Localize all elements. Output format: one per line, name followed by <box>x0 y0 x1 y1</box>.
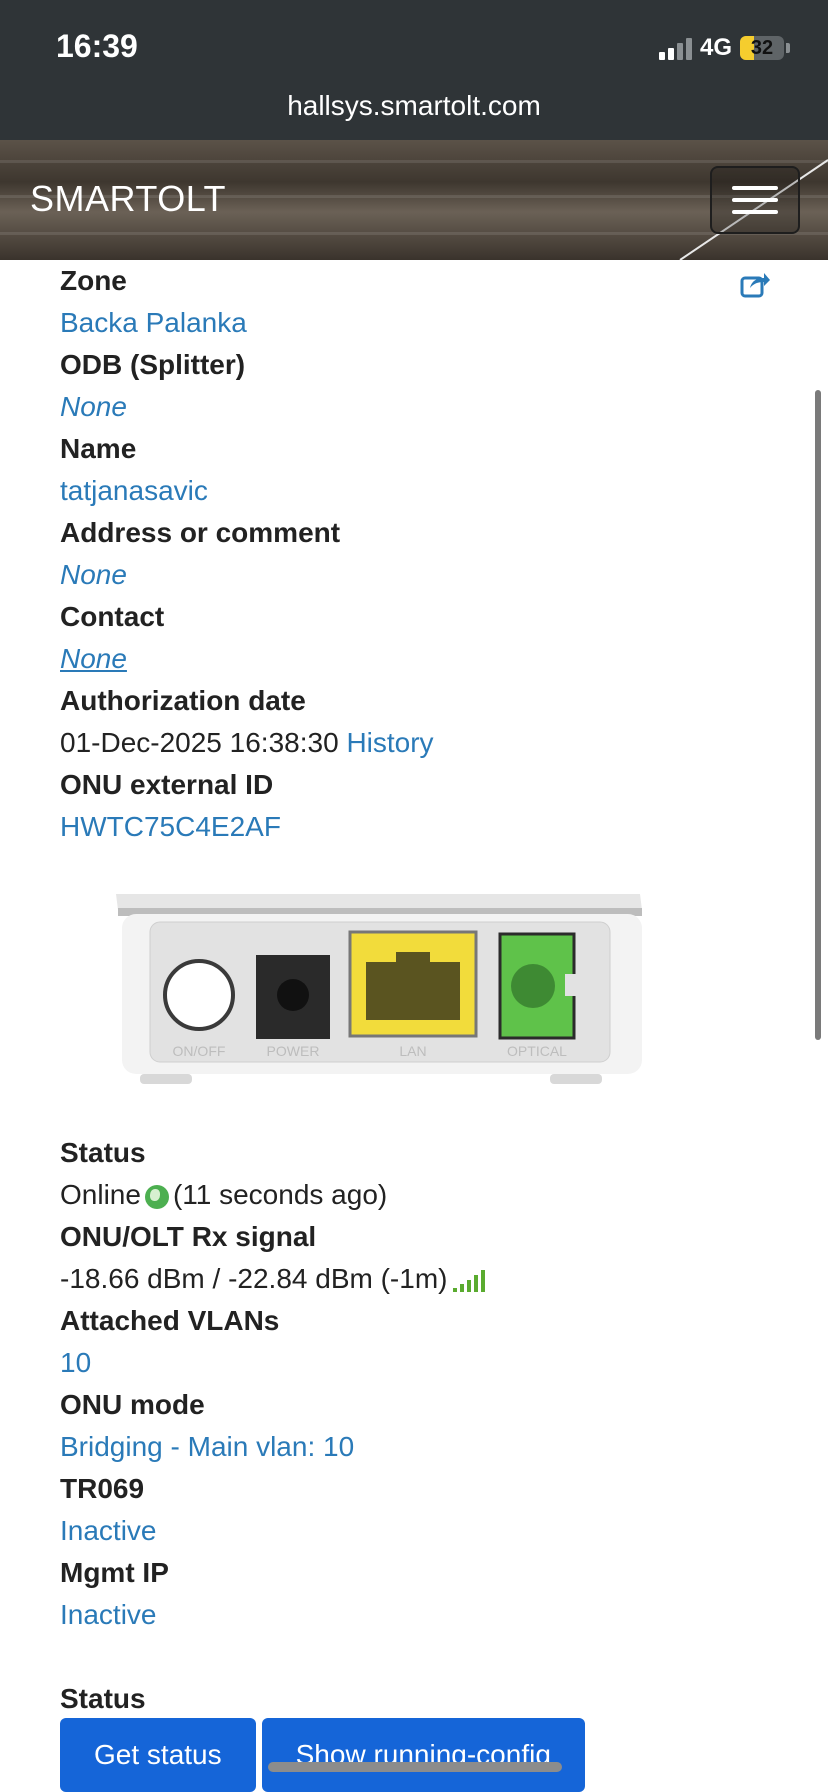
tr069-label: TR069 <box>60 1473 145 1504</box>
actions-status-label: Status <box>60 1683 146 1714</box>
name-label: Name <box>60 433 137 464</box>
network-type: 4G <box>699 34 732 61</box>
rx-signal-value: -18.66 dBm / -22.84 dBm (-1m) <box>60 1263 448 1294</box>
get-status-button[interactable]: Get status <box>60 1718 256 1792</box>
port-label-power: POWER <box>267 1043 320 1059</box>
onu-mode-label: ONU mode <box>60 1389 205 1420</box>
contact-value-link[interactable]: None <box>60 638 780 680</box>
onu-device-image: ON/OFF POWER LAN OPTICAL <box>116 894 642 1084</box>
page-scrollbar[interactable] <box>815 390 821 1040</box>
external-id-label: ONU external ID <box>60 769 274 800</box>
authorization-date-label: Authorization date <box>60 685 306 716</box>
rx-signal-row: -18.66 dBm / -22.84 dBm (-1m) <box>60 1258 780 1300</box>
home-indicator[interactable] <box>268 1762 562 1772</box>
signal-strength-icon <box>453 1269 486 1292</box>
history-link[interactable]: History <box>346 727 433 758</box>
address-value-link[interactable]: None <box>60 554 780 596</box>
show-running-config-button[interactable]: Show running-config <box>261 1718 585 1792</box>
mgmt-ip-value-link[interactable]: Inactive <box>60 1594 780 1636</box>
status-online-text: Online <box>60 1179 141 1210</box>
status-label: Status <box>60 1137 146 1168</box>
vlans-value-link[interactable]: 10 <box>60 1342 780 1384</box>
battery-icon: 32 <box>740 36 784 60</box>
zone-value-link[interactable]: Backa Palanka <box>60 302 780 344</box>
port-label-onoff: ON/OFF <box>173 1043 226 1059</box>
zone-label: Zone <box>60 265 127 296</box>
brand-logo[interactable]: SMARTOLT <box>30 178 226 220</box>
address-bar-url[interactable]: hallsys.smartolt.com <box>0 90 828 122</box>
onu-details: Zone Backa Palanka ODB (Splitter) None N… <box>60 260 780 848</box>
onu-status-info: Status Online (11 seconds ago) ONU/OLT Rx… <box>60 1132 780 1636</box>
top-navbar: SMARTOLT <box>0 140 828 260</box>
odb-label: ODB (Splitter) <box>60 349 246 380</box>
globe-icon <box>144 1184 169 1209</box>
status-indicators: 4G 32 <box>658 34 790 62</box>
share-icon[interactable] <box>740 270 770 298</box>
rx-signal-label: ONU/OLT Rx signal <box>60 1221 317 1252</box>
status-bar: 16:39 4G 32 hallsys.smartolt.com <box>0 0 828 140</box>
authorization-date-row: 01-Dec-2025 16:38:30 History <box>60 722 780 764</box>
tr069-value-link[interactable]: Inactive <box>60 1510 780 1552</box>
status-time: 16:39 <box>56 28 138 64</box>
mgmt-ip-label: Mgmt IP <box>60 1557 169 1588</box>
port-label-lan: LAN <box>399 1043 426 1059</box>
odb-value-link[interactable]: None <box>60 386 780 428</box>
name-value-link[interactable]: tatjanasavic <box>60 470 780 512</box>
battery-percent: 32 <box>750 37 774 59</box>
port-label-optical: OPTICAL <box>507 1043 567 1059</box>
address-label: Address or comment <box>60 517 341 548</box>
contact-label: Contact <box>60 601 165 632</box>
authorization-date-value: 01-Dec-2025 16:38:30 <box>60 727 339 758</box>
hamburger-menu-icon <box>732 186 778 190</box>
cellular-signal-icon <box>658 36 692 60</box>
vlans-label: Attached VLANs <box>60 1305 280 1336</box>
hamburger-menu-button[interactable] <box>710 166 800 234</box>
status-ago-text: (11 seconds ago) <box>172 1179 388 1210</box>
battery-tip <box>786 43 790 53</box>
status-row: Online (11 seconds ago) <box>60 1174 780 1216</box>
onu-mode-value-link[interactable]: Bridging - Main vlan: 10 <box>60 1426 780 1468</box>
action-buttons: Get status Show running-config <box>60 1718 585 1792</box>
external-id-value-link[interactable]: HWTC75C4E2AF <box>60 806 780 848</box>
actions-section: Status <box>60 1678 780 1720</box>
